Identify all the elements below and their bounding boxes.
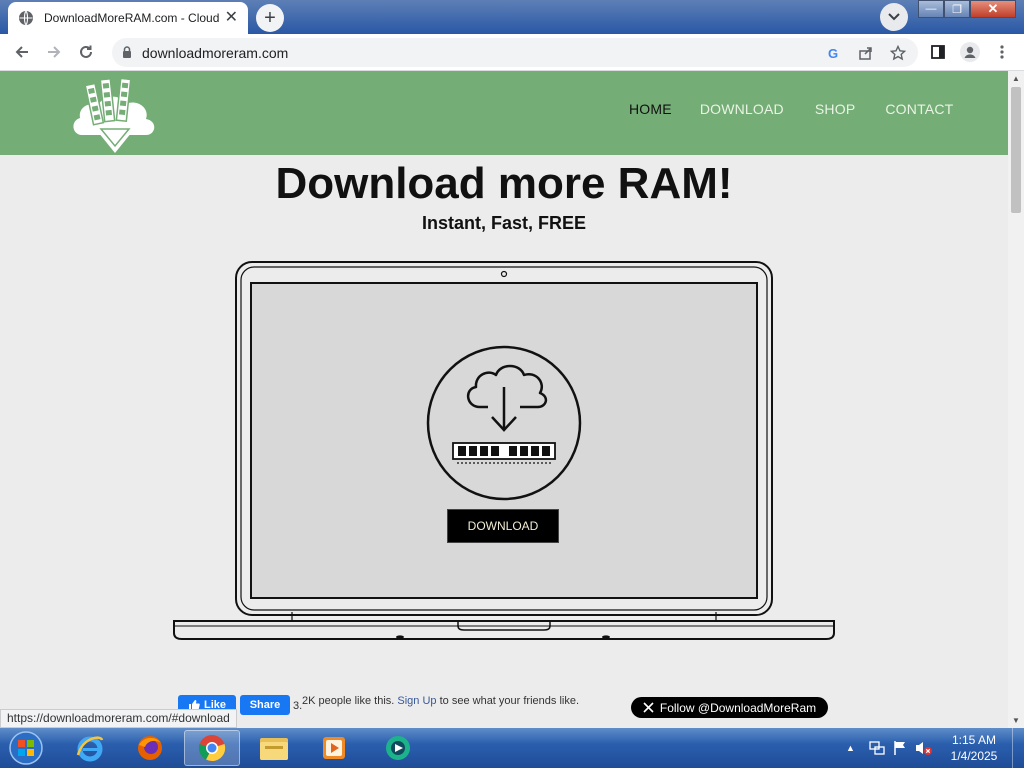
browser-menu-button[interactable] xyxy=(992,42,1012,62)
address-bar[interactable]: downloadmoreram.com G xyxy=(112,38,918,67)
maximize-button[interactable]: ❐ xyxy=(944,0,970,18)
kebab-menu-icon xyxy=(1000,45,1004,59)
network-icon[interactable] xyxy=(869,740,885,756)
x-logo-icon xyxy=(643,702,654,713)
globe-icon xyxy=(19,10,33,26)
page-scrollbar[interactable]: ▲ ▼ xyxy=(1008,71,1024,728)
taskbar-streaming-app[interactable] xyxy=(370,730,426,766)
volume-muted-icon[interactable] xyxy=(915,740,933,756)
new-tab-button[interactable]: + xyxy=(256,4,284,32)
taskbar-chrome[interactable] xyxy=(184,730,240,766)
internet-explorer-icon xyxy=(76,736,104,762)
nav-download-link[interactable]: DOWNLOAD xyxy=(700,101,784,117)
arrow-right-icon xyxy=(48,46,61,58)
clock-date: 1/4/2025 xyxy=(950,749,998,763)
facebook-like-text-suffix: to see what your friends like. xyxy=(439,695,580,707)
reload-icon xyxy=(80,45,92,58)
back-button[interactable] xyxy=(12,42,32,62)
page-title: Download more RAM! xyxy=(275,159,733,208)
google-translate-icon[interactable]: G xyxy=(824,43,844,63)
profile-button[interactable] xyxy=(960,42,980,62)
close-tab-icon[interactable]: ✕ xyxy=(225,10,238,26)
page-viewport: HOME DOWNLOAD SHOP CONTACT Download more… xyxy=(0,71,1008,728)
scroll-up-arrow-icon[interactable]: ▲ xyxy=(1012,74,1020,83)
start-button[interactable] xyxy=(6,730,46,766)
status-bar-url: https://downloadmoreram.com/#download xyxy=(0,709,237,728)
taskbar-file-explorer[interactable] xyxy=(246,730,302,766)
window-controls: — ❐ ✕ xyxy=(918,0,1016,20)
nav-home-link[interactable]: HOME xyxy=(629,101,672,117)
windows-taskbar: ▲ 1:15 AM 1/4/2025 xyxy=(0,728,1024,768)
streaming-app-icon xyxy=(386,736,410,760)
bookmark-star-icon[interactable] xyxy=(888,43,908,63)
main-nav: HOME DOWNLOAD SHOP CONTACT xyxy=(629,101,953,117)
show-desktop-button[interactable] xyxy=(1012,728,1024,768)
minimize-button[interactable]: — xyxy=(918,0,944,18)
arrow-left-icon xyxy=(15,46,28,58)
action-center-flag-icon[interactable] xyxy=(893,740,907,756)
nav-shop-link[interactable]: SHOP xyxy=(815,101,855,117)
nav-contact-link[interactable]: CONTACT xyxy=(885,101,953,117)
page-subtitle: Instant, Fast, FREE xyxy=(421,213,587,233)
svg-text:G: G xyxy=(828,46,838,60)
firefox-icon xyxy=(138,736,162,760)
site-header: HOME DOWNLOAD SHOP CONTACT xyxy=(0,71,1008,155)
chevron-down-icon xyxy=(888,13,900,21)
profile-avatar-icon xyxy=(960,42,980,62)
browser-titlebar: DownloadMoreRAM.com - Cloud ✕ + — ❐ ✕ xyxy=(0,0,1024,34)
reload-button[interactable] xyxy=(76,42,96,62)
site-logo-icon[interactable] xyxy=(70,77,160,153)
facebook-like-count: 3. xyxy=(293,700,303,712)
system-tray: ▲ xyxy=(840,728,933,768)
lock-icon xyxy=(123,46,131,58)
clock-time: 1:15 AM xyxy=(951,733,997,747)
browser-tab[interactable]: DownloadMoreRAM.com - Cloud ✕ xyxy=(8,2,248,34)
show-hidden-icons-icon[interactable]: ▲ xyxy=(846,743,855,753)
close-window-button[interactable]: ✕ xyxy=(970,0,1016,18)
facebook-share-button[interactable]: Share xyxy=(240,695,290,715)
laptop-illustration xyxy=(173,261,835,640)
x-follow-button[interactable]: Follow @DownloadMoreRam xyxy=(631,697,828,718)
side-panel-button[interactable] xyxy=(928,42,948,62)
facebook-signup-link[interactable]: Sign Up xyxy=(397,695,436,707)
x-follow-label: Follow @DownloadMoreRam xyxy=(659,700,817,715)
chrome-icon xyxy=(198,735,226,762)
side-panel-icon xyxy=(931,45,945,59)
facebook-like-text: 2K people like this. Sign Up to see what… xyxy=(302,695,579,707)
tab-title: DownloadMoreRAM.com - Cloud xyxy=(44,11,219,25)
folder-icon xyxy=(260,738,288,760)
taskbar-clock[interactable]: 1:15 AM 1/4/2025 xyxy=(940,732,1008,764)
scroll-thumb[interactable] xyxy=(1011,87,1021,213)
media-player-icon xyxy=(323,737,345,759)
forward-button[interactable] xyxy=(44,42,64,62)
browser-toolbar: downloadmoreram.com G xyxy=(0,34,1024,71)
download-button[interactable]: DOWNLOAD xyxy=(447,509,559,543)
scroll-down-arrow-icon[interactable]: ▼ xyxy=(1012,716,1020,725)
taskbar-internet-explorer[interactable] xyxy=(62,730,118,766)
url-text: downloadmoreram.com xyxy=(142,45,289,61)
share-icon[interactable] xyxy=(856,43,876,63)
tab-search-button[interactable] xyxy=(880,3,908,31)
facebook-like-text-prefix: 2K people like this. xyxy=(302,695,395,707)
taskbar-media-player[interactable] xyxy=(306,730,362,766)
taskbar-firefox[interactable] xyxy=(122,730,178,766)
